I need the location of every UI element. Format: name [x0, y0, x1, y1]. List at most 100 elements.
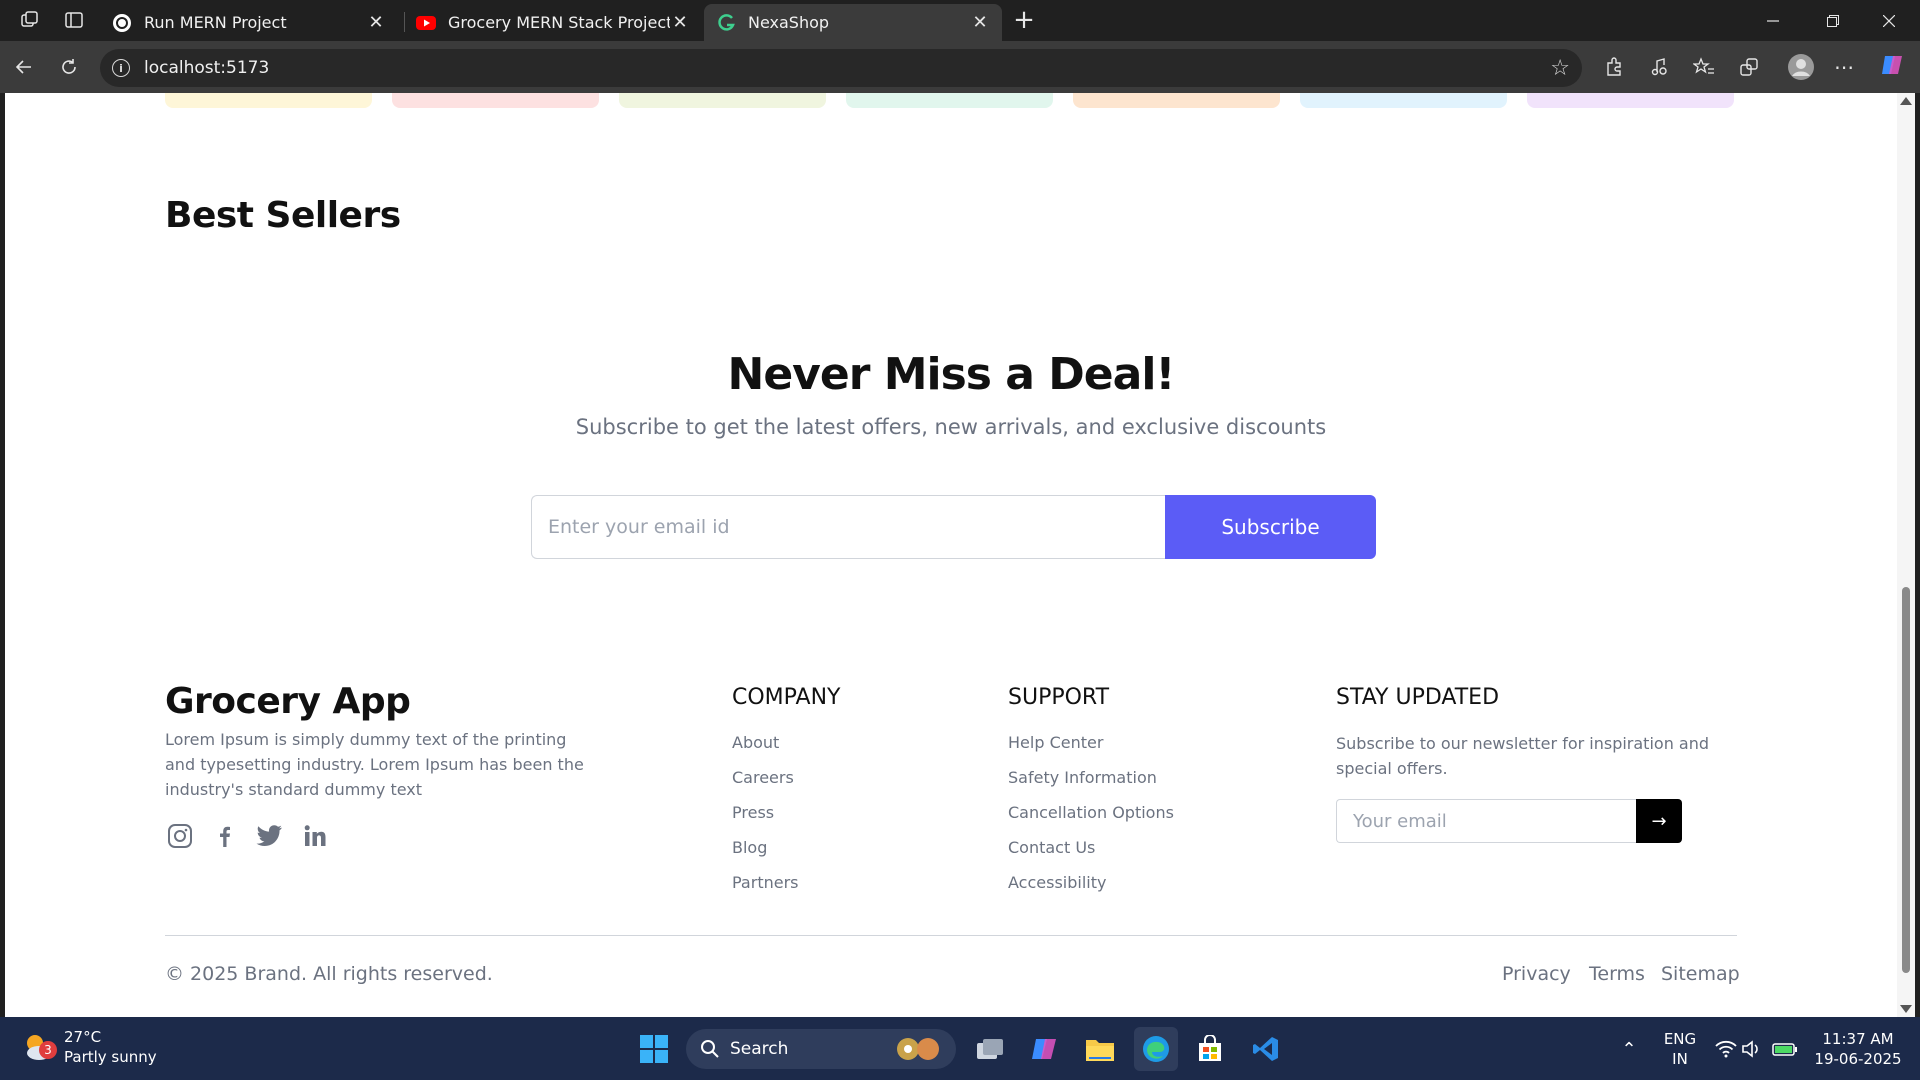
close-window-icon[interactable] [1866, 0, 1912, 41]
category-card[interactable] [392, 93, 599, 108]
arrow-right-icon: → [1651, 810, 1667, 832]
chatgpt-icon [112, 13, 132, 33]
volume-icon[interactable] [1734, 1027, 1770, 1071]
stay-updated-description: Subscribe to our newsletter for inspirat… [1336, 734, 1710, 778]
chevron-up-icon[interactable]: ⌃ [1607, 1027, 1651, 1071]
category-card[interactable] [846, 93, 1053, 108]
battery-icon[interactable] [1767, 1027, 1803, 1071]
refresh-icon[interactable] [55, 53, 83, 81]
footer-link-press[interactable]: Press [732, 803, 774, 822]
new-tab-icon[interactable]: + [1010, 5, 1038, 35]
clock-date: 19-06-2025 [1814, 1050, 1902, 1068]
taskbar-search[interactable]: Search [686, 1029, 956, 1069]
tab-run-mern-project[interactable]: Run MERN Project ✕ [100, 4, 398, 41]
back-icon[interactable] [10, 53, 38, 81]
site-info-icon[interactable]: i [112, 59, 130, 77]
close-tab-icon[interactable]: ✕ [366, 12, 386, 33]
footer-link-cancellation-options[interactable]: Cancellation Options [1008, 803, 1174, 822]
newsletter-email-input[interactable]: Enter your email id [531, 495, 1165, 559]
twitter-icon[interactable] [255, 821, 285, 851]
copyright-text: © 2025 Brand. All rights reserved. [165, 963, 493, 985]
footer-link-sitemap[interactable]: Sitemap [1661, 963, 1740, 985]
partly-sunny-icon: 3 [22, 1031, 57, 1063]
instagram-icon[interactable] [165, 821, 195, 851]
footer-link-terms[interactable]: Terms [1589, 963, 1645, 985]
url-text: localhost:5173 [144, 58, 270, 78]
address-bar: i localhost:5173 ☆ ⋯ [0, 41, 1920, 93]
newsletter-heading: Never Miss a Deal! [727, 349, 1176, 400]
profile-avatar-icon[interactable] [1785, 51, 1817, 83]
clock[interactable]: 11:37 AM 19-06-2025 [1808, 1029, 1908, 1069]
language-line2: IN [1672, 1050, 1688, 1068]
favorites-icon[interactable] [1690, 53, 1718, 81]
copilot-icon[interactable] [1878, 51, 1906, 79]
weather-badge: 3 [39, 1041, 57, 1059]
category-card[interactable] [165, 93, 372, 108]
search-highlight-icon [897, 1038, 939, 1060]
footer-subscribe-button[interactable]: → [1636, 799, 1682, 843]
scroll-up-icon[interactable] [1900, 97, 1912, 105]
page-scrollbar[interactable] [1897, 93, 1915, 1017]
search-label: Search [730, 1039, 789, 1059]
tab-actions-icon[interactable] [60, 6, 88, 34]
category-card[interactable] [1527, 93, 1734, 108]
page-viewport: Best Sellers Never Miss a Deal! Subscrib… [5, 93, 1897, 1017]
task-view-icon[interactable] [968, 1027, 1012, 1071]
tab-title: Grocery MERN Stack Project Full [448, 13, 670, 32]
footer-brand: Grocery App [165, 681, 411, 722]
microsoft-store-icon[interactable] [1188, 1027, 1232, 1071]
linkedin-icon[interactable] [300, 821, 330, 851]
url-field[interactable]: i localhost:5173 ☆ [100, 49, 1582, 87]
extensions-icon[interactable] [1600, 53, 1628, 81]
nexashop-icon [716, 13, 736, 33]
more-options-icon[interactable]: ⋯ [1830, 53, 1858, 81]
collections-icon[interactable] [1735, 53, 1763, 81]
language-indicator[interactable]: ENG IN [1660, 1029, 1700, 1069]
category-card[interactable] [619, 93, 826, 108]
footer-link-accessibility[interactable]: Accessibility [1008, 873, 1106, 892]
footer-link-safety-information[interactable]: Safety Information [1008, 768, 1157, 787]
tab-title: Run MERN Project [144, 13, 287, 32]
search-icon [701, 1040, 719, 1058]
weather-temp: 27°C [64, 1028, 102, 1046]
footer-link-careers[interactable]: Careers [732, 768, 794, 787]
tab-nexashop[interactable]: NexaShop ✕ [704, 4, 1002, 41]
support-heading: SUPPORT [1008, 685, 1110, 710]
footer-link-help-center[interactable]: Help Center [1008, 733, 1103, 752]
copilot-taskbar-icon[interactable] [1022, 1027, 1066, 1071]
restore-icon[interactable] [1810, 0, 1856, 41]
footer-divider [165, 935, 1737, 936]
footer-link-contact-us[interactable]: Contact Us [1008, 838, 1095, 857]
close-tab-icon[interactable]: ✕ [670, 12, 690, 33]
weather-widget[interactable]: 3 27°C Partly sunny [22, 1027, 157, 1067]
footer-link-partners[interactable]: Partners [732, 873, 798, 892]
category-card[interactable] [1300, 93, 1507, 108]
tab-title: NexaShop [748, 13, 830, 32]
category-card[interactable] [1073, 93, 1280, 108]
footer-link-blog[interactable]: Blog [732, 838, 767, 857]
newsletter-subheading: Subscribe to get the latest offers, new … [575, 415, 1327, 439]
footer-email-input[interactable]: Your email [1336, 799, 1636, 843]
edge-icon[interactable] [1134, 1027, 1178, 1071]
media-icon[interactable] [1645, 53, 1673, 81]
youtube-icon [416, 13, 436, 33]
close-tab-icon[interactable]: ✕ [970, 12, 990, 33]
facebook-icon[interactable] [210, 821, 240, 851]
subscribe-button[interactable]: Subscribe [1165, 495, 1376, 559]
vscode-icon[interactable] [1244, 1027, 1288, 1071]
taskbar: 3 27°C Partly sunny Search ⌃ ENG IN 11:3… [0, 1017, 1920, 1080]
tab-bar: Run MERN Project ✕ Grocery MERN Stack Pr… [0, 0, 1920, 41]
minimize-icon[interactable] [1750, 0, 1796, 41]
clock-time: 11:37 AM [1822, 1030, 1894, 1048]
scrollbar-thumb[interactable] [1902, 587, 1910, 973]
workspaces-icon[interactable] [16, 6, 44, 34]
scroll-down-icon[interactable] [1900, 1005, 1912, 1013]
favorite-star-icon[interactable]: ☆ [1550, 56, 1570, 81]
tab-grocery-mern-video[interactable]: Grocery MERN Stack Project Full ✕ [404, 4, 702, 41]
best-sellers-heading: Best Sellers [165, 195, 401, 236]
footer-link-privacy[interactable]: Privacy [1502, 963, 1571, 985]
footer-link-about[interactable]: About [732, 733, 779, 752]
file-explorer-icon[interactable] [1078, 1027, 1122, 1071]
start-icon[interactable] [632, 1027, 676, 1071]
company-heading: COMPANY [732, 685, 841, 710]
